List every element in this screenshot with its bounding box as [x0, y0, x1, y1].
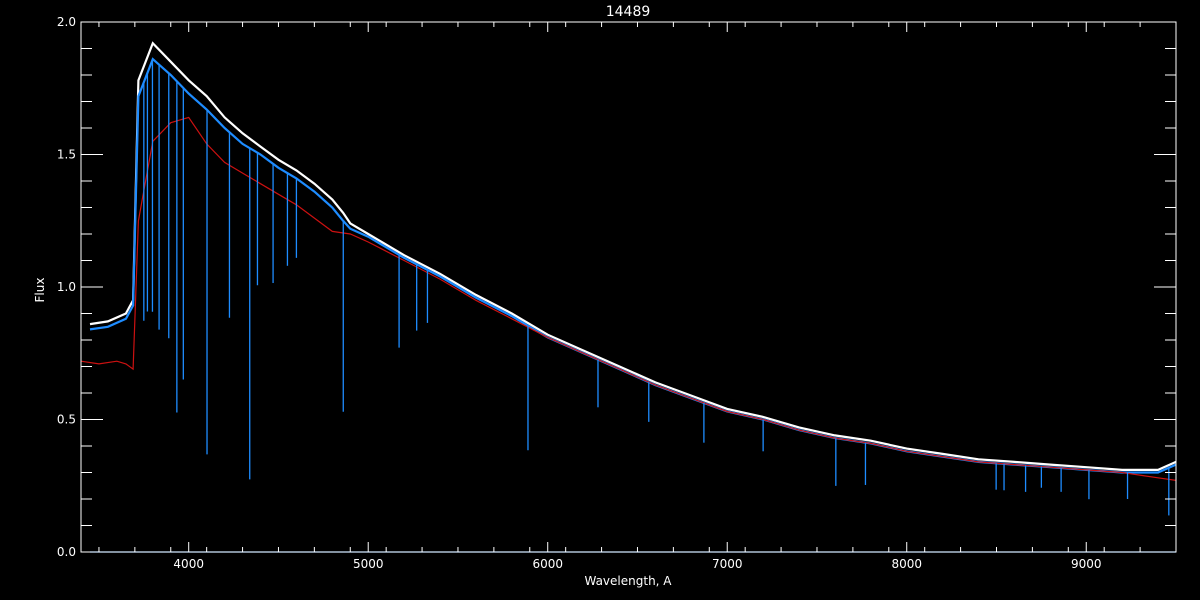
x-tick-label: 8000	[891, 557, 922, 571]
plot-background	[0, 0, 1200, 600]
y-tick-label: 0.5	[57, 413, 76, 427]
spectrum-plot: 14489 Wavelength, A Flux 4000 5000 6000 700…	[0, 0, 1200, 600]
y-tick-label: 0.0	[57, 545, 76, 559]
x-axis-label: Wavelength, A	[584, 574, 672, 588]
y-axis-label: Flux	[33, 278, 47, 303]
y-tick-label: 1.0	[57, 280, 76, 294]
x-tick-label: 5000	[353, 557, 384, 571]
x-tick-label: 6000	[532, 557, 563, 571]
chart-title: 14489	[606, 4, 651, 20]
x-tick-label: 4000	[173, 557, 204, 571]
x-tick-label: 9000	[1071, 557, 1102, 571]
y-tick-label: 2.0	[57, 15, 76, 29]
x-tick-label: 7000	[712, 557, 743, 571]
y-tick-label: 1.5	[57, 148, 76, 162]
